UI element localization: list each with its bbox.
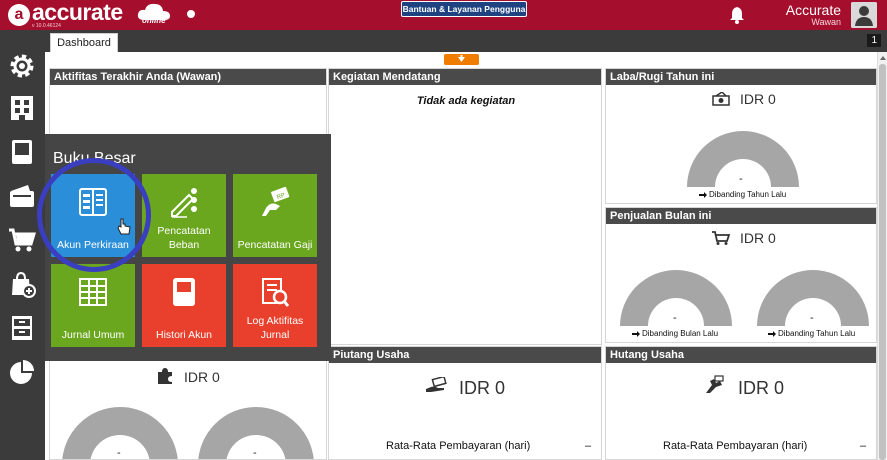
penjualan-gauge1-value: - <box>673 312 677 324</box>
tile-log-aktifitas-jurnal[interactable]: Log Aktifitas Jurnal <box>233 264 317 347</box>
labarugi-gauge <box>687 131 799 187</box>
tile-histori-akun[interactable]: Histori Akun <box>142 264 226 347</box>
piutang-avg-label: Rata-Rata Pembayaran (hari) <box>386 440 531 452</box>
logo-version: v 10.0.46124 <box>32 23 61 29</box>
logo-a-icon: a <box>8 4 30 26</box>
help-button[interactable]: Bantuan & Layanan Pengguna <box>401 1 527 17</box>
bell-icon[interactable] <box>729 6 745 24</box>
tile-label: Pencatatan Gaji <box>237 239 313 251</box>
log-search-icon <box>262 278 290 307</box>
penjualan-compare-month: Dibanding Bulan Lalu <box>642 329 719 338</box>
panel-kegiatan: Kegiatan Mendatang Tidak ada kegiatan <box>328 68 602 345</box>
money-icon <box>712 92 730 106</box>
scroll-thumb[interactable] <box>879 64 886 460</box>
arrow-right-icon <box>768 331 776 337</box>
logo-sub: online <box>142 16 166 25</box>
tab-count[interactable]: 1 <box>867 34 881 47</box>
scrollbar[interactable] <box>877 52 887 460</box>
labarugi-compare: Dibanding Tahun Lalu <box>709 190 787 199</box>
panel-labarugi-title: Laba/Rugi Tahun ini <box>606 69 876 85</box>
sidebar <box>0 30 45 460</box>
hutang-avg-value: – <box>860 440 867 452</box>
tile-label: Log Aktifitas Jurnal <box>246 315 304 341</box>
piutang-value: IDR 0 <box>459 378 506 398</box>
penjualan-gauge2-value: - <box>810 312 814 324</box>
top-bar: a accurate online v 10.0.46124 Bantuan &… <box>0 0 887 30</box>
pie-chart-icon[interactable] <box>8 358 36 386</box>
penjualan-compare-year: Dibanding Tahun Lalu <box>778 329 856 338</box>
panel-penjualan: Penjualan Bulan ini IDR 0 - - Dibanding … <box>605 207 877 343</box>
status-dot-icon <box>187 10 195 18</box>
panel-piutang: Piutang Usaha IDR 0 Rata-Rata Pembayaran… <box>328 346 602 460</box>
bottom-left-value: IDR 0 <box>184 369 220 385</box>
tab-bar: Dashboard 1 <box>45 30 887 53</box>
gear-icon[interactable] <box>8 52 36 80</box>
cart-icon <box>712 231 730 245</box>
panel-piutang-title: Piutang Usaha <box>329 347 601 363</box>
user-sub: Wawan <box>811 17 841 27</box>
wallet-icon[interactable] <box>8 182 36 210</box>
tile-label: Pencatatan Beban <box>157 225 211 251</box>
panel-hutang-title: Hutang Usaha <box>606 347 876 363</box>
arrow-right-icon <box>632 331 640 337</box>
puzzle-icon <box>158 368 172 384</box>
user-name[interactable]: Accurate <box>786 2 841 18</box>
arrow-right-icon <box>699 192 707 198</box>
highlight-ring <box>37 158 151 272</box>
building-icon[interactable] <box>8 94 36 122</box>
penjualan-value: IDR 0 <box>740 230 776 246</box>
avatar-icon[interactable] <box>851 2 877 28</box>
cart-icon[interactable] <box>8 226 36 254</box>
collapse-arrow-icon[interactable] <box>444 54 479 65</box>
tile-pencatatan-beban[interactable]: Pencatatan Beban <box>142 174 226 257</box>
tile-pencatatan-gaji[interactable]: RP Pencatatan Gaji <box>233 174 317 257</box>
bag-plus-icon[interactable] <box>8 270 36 298</box>
labarugi-value: IDR 0 <box>740 91 776 107</box>
bottom-left-gauge1-value: - <box>117 447 121 459</box>
logo[interactable]: a accurate online v 10.0.46124 <box>8 0 170 29</box>
hutang-value: IDR 0 <box>738 378 785 398</box>
hutang-avg-label: Rata-Rata Pembayaran (hari) <box>663 440 808 452</box>
archive-icon[interactable] <box>8 314 36 342</box>
journal-grid-icon <box>79 278 107 306</box>
expense-pen-icon <box>171 188 197 218</box>
panel-penjualan-title: Penjualan Bulan ini <box>606 208 876 224</box>
salary-hand-icon: RP <box>262 186 290 216</box>
bottom-left-gauge2-value: - <box>253 447 257 459</box>
panel-aktifitas-title: Aktifitas Terakhir Anda (Wawan) <box>50 69 326 85</box>
history-book-icon <box>173 278 195 306</box>
scroll-up-icon[interactable] <box>879 54 887 62</box>
hand-money-icon <box>426 377 447 392</box>
panel-labarugi: Laba/Rugi Tahun ini IDR 0 - Dibanding Ta… <box>605 68 877 204</box>
tile-label: Histori Akun <box>155 329 213 341</box>
labarugi-gauge-value: - <box>739 173 743 185</box>
ledger-icon[interactable] <box>8 138 36 166</box>
payout-icon <box>706 375 724 393</box>
panel-kegiatan-title: Kegiatan Mendatang <box>329 69 601 85</box>
panel-bottom-left: IDR 0 - - <box>49 347 327 460</box>
piutang-avg-value: – <box>585 440 592 452</box>
kegiatan-empty: Tidak ada kegiatan <box>416 95 516 107</box>
tile-label: Jurnal Umum <box>61 329 125 341</box>
tab-dashboard[interactable]: Dashboard <box>50 33 118 53</box>
app-root: a accurate online v 10.0.46124 Bantuan &… <box>0 0 887 460</box>
tile-jurnal-umum[interactable]: Jurnal Umum <box>51 264 135 347</box>
panel-hutang: Hutang Usaha IDR 0 Rata-Rata Pembayaran … <box>605 346 877 460</box>
